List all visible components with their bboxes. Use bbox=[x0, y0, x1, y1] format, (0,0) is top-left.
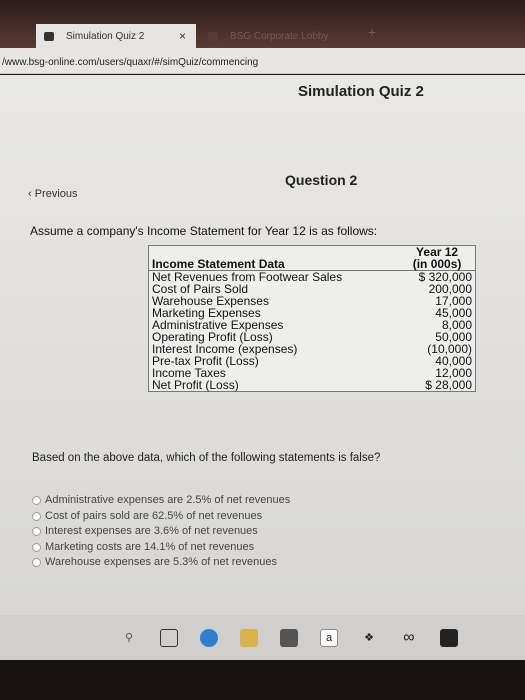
table-row: Net Profit (Loss) $ 28,000 bbox=[149, 379, 476, 392]
option-label: Interest expenses are 3.6% of net revenu… bbox=[45, 525, 258, 537]
header-label: Income Statement Data bbox=[152, 257, 285, 271]
quiz-page: Simulation Quiz 2 Question 2 ‹ Previous … bbox=[0, 75, 525, 660]
tab-simulation-quiz[interactable]: Simulation Quiz 2 × bbox=[36, 24, 196, 48]
close-tab-icon[interactable]: × bbox=[179, 29, 186, 43]
search-icon[interactable]: ⚲ bbox=[120, 629, 138, 647]
bsg-favicon-icon bbox=[208, 31, 218, 41]
radio-button[interactable] bbox=[32, 496, 41, 506]
tab-label: Simulation Quiz 2 bbox=[66, 30, 145, 42]
store-icon[interactable] bbox=[280, 628, 298, 647]
previous-button[interactable]: ‹ Previous bbox=[28, 188, 78, 200]
amazon-icon[interactable]: a bbox=[320, 628, 338, 647]
radio-button[interactable] bbox=[32, 527, 41, 537]
question-intro: Assume a company's Income Statement for … bbox=[30, 224, 378, 238]
row-value: $ 28,000 bbox=[425, 378, 472, 392]
answer-options: Administrative expenses are 2.5% of net … bbox=[32, 493, 290, 571]
header-value: Year 12 (in 000s) bbox=[412, 245, 462, 271]
task-view-icon[interactable] bbox=[160, 628, 178, 647]
question-prompt: Based on the above data, which of the fo… bbox=[32, 452, 381, 464]
row-label: Net Profit (Loss) bbox=[152, 378, 239, 392]
answer-option[interactable]: Warehouse expenses are 5.3% of net reven… bbox=[32, 555, 290, 571]
page-title: Simulation Quiz 2 bbox=[298, 83, 424, 100]
option-label: Warehouse expenses are 5.3% of net reven… bbox=[45, 556, 277, 568]
taskbar: ⚲ a ❖ ∞ bbox=[0, 615, 525, 660]
infinity-icon[interactable]: ∞ bbox=[400, 629, 418, 647]
answer-option[interactable]: Administrative expenses are 2.5% of net … bbox=[32, 493, 290, 509]
option-label: Cost of pairs sold are 62.5% of net reve… bbox=[45, 509, 263, 522]
tab-label: BSG Corporate Lobby bbox=[230, 30, 329, 42]
mail-icon[interactable] bbox=[440, 628, 458, 647]
tab-bsg-corporate-lobby[interactable]: BSG Corporate Lobby bbox=[200, 24, 360, 48]
radio-button[interactable] bbox=[32, 558, 41, 568]
question-heading: Question 2 bbox=[285, 172, 358, 188]
edge-icon[interactable] bbox=[200, 628, 218, 647]
browser-tab-bar: Simulation Quiz 2 × BSG Corporate Lobby … bbox=[0, 0, 525, 48]
answer-option[interactable]: Cost of pairs sold are 62.5% of net reve… bbox=[32, 509, 290, 525]
radio-button[interactable] bbox=[32, 511, 41, 521]
income-statement-table: Income Statement Data Year 12 (in 000s) N… bbox=[148, 245, 476, 392]
bsg-favicon-icon bbox=[44, 31, 54, 41]
dropbox-icon[interactable]: ❖ bbox=[360, 629, 378, 647]
address-bar[interactable]: /www.bsg-online.com/users/quaxr/#/simQui… bbox=[0, 48, 525, 74]
answer-option[interactable]: Marketing costs are 14.1% of net revenue… bbox=[32, 540, 290, 556]
option-label: Administrative expenses are 2.5% of net … bbox=[45, 494, 291, 506]
laptop-bezel bbox=[0, 660, 525, 700]
radio-button[interactable] bbox=[32, 542, 41, 552]
new-tab-button[interactable]: + bbox=[368, 24, 376, 40]
answer-option[interactable]: Interest expenses are 3.6% of net revenu… bbox=[32, 524, 290, 540]
option-label: Marketing costs are 14.1% of net revenue… bbox=[45, 540, 255, 553]
file-explorer-icon[interactable] bbox=[240, 628, 258, 647]
